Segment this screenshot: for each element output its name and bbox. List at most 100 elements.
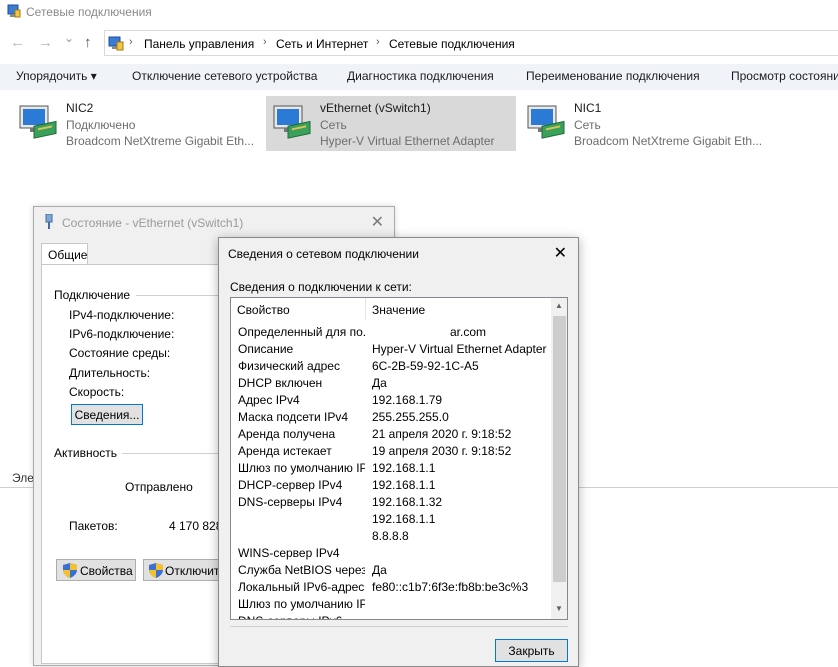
close-icon[interactable]: ✕ [554,243,567,263]
property-cell: DNS-серверы IPv4 [238,495,343,509]
value-cell: ar.com [450,325,487,339]
view-status-button[interactable]: Просмотр состояния [731,69,838,83]
scrollbar-thumb[interactable] [553,316,566,582]
value-cell: Hyper-V Virtual Ethernet Adapter [372,342,547,356]
close-button[interactable]: Закрыть [495,639,568,662]
shield-icon [63,563,77,578]
details-button[interactable]: Сведения... [71,404,143,425]
property-cell: Локальный IPv6-адрес... [238,580,365,594]
shield-icon [149,563,163,578]
list-row[interactable]: Локальный IPv6-адрес... fe80::c1b7:6f3e:f… [231,578,551,595]
sent-label: Отправлено [125,480,193,494]
list-row[interactable]: DHCP включен Да [231,374,551,391]
diagnose-button[interactable]: Диагностика подключения [347,69,494,83]
details-dialog: Сведения о сетевом подключении ✕ Сведени… [218,237,579,667]
network-cable-icon [45,214,53,229]
up-arrow-icon[interactable]: ↑ [84,34,92,51]
adapter-name: vEthernet (vSwitch1) [320,101,431,115]
adapter-status: Подключено [66,118,136,132]
value-cell: 192.168.1.1 [372,478,436,492]
property-cell: DHCP включен [238,376,323,390]
property-cell: Шлюз по умолчанию IP... [238,597,365,611]
value-cell: 255.255.255.0 [372,410,449,424]
list-row[interactable]: Аренда получена 21 апреля 2020 г. 9:18:52 [231,425,551,442]
details-list[interactable]: Свойство Значение Определенный для по...… [230,297,568,620]
ipv4-label: IPv4-подключение: [69,308,175,322]
property-cell: Физический адрес [238,359,340,373]
properties-button-label: Свойства [80,564,133,578]
list-row[interactable]: Описание Hyper-V Virtual Ethernet Adapter [231,340,551,357]
network-adapter-icon [273,105,311,139]
value-cell: 6C-2B-59-92-1C-A5 [372,359,479,373]
recent-locations-icon[interactable]: ⌄ [64,31,74,45]
column-header-value[interactable]: Значение [366,298,551,320]
adapter-name: NIC1 [574,101,602,115]
adapter-device: Hyper-V Virtual Ethernet Adapter [320,134,495,148]
adapter-tile-vethernet[interactable]: vEthernet (vSwitch1) Сеть Hyper-V Virtua… [266,96,516,151]
property-cell: Аренда получена [238,427,336,441]
column-header-property[interactable]: Свойство [231,298,366,320]
disable-button-label: Отключить [165,564,223,578]
tab-general[interactable]: Общие [41,243,88,265]
network-adapter-icon [527,105,565,139]
value-cell: 192.168.1.1 [372,461,436,475]
value-cell: 192.168.1.1 [372,512,436,526]
connection-group-label: Подключение [54,288,131,302]
list-row[interactable]: Шлюз по умолчанию IP... 192.168.1.1 [231,459,551,476]
property-cell: Шлюз по умолчанию IP... [238,461,365,475]
adapter-tile-nic1[interactable]: NIC1 Сеть Broadcom NetXtreme Gigabit Eth… [520,96,780,151]
ipv6-label: IPv6-подключение: [69,327,175,341]
value-cell: Да [372,376,387,390]
network-adapter-icon [19,105,57,139]
property-cell: DNS-серверы IPv6 [238,614,365,619]
disable-device-button[interactable]: Отключение сетевого устройства [132,69,317,83]
list-row[interactable]: 192.168.1.1 [231,510,551,527]
value-cell: 19 апреля 2030 г. 9:18:52 [372,444,512,458]
value-cell: fe80::c1b7:6f3e:fb8b:be3c%3 [372,580,529,594]
adapter-device: Broadcom NetXtreme Gigabit Eth... [66,134,255,148]
property-cell: Определенный для по... [238,325,365,339]
properties-button[interactable]: Свойства [56,559,136,581]
organize-button[interactable]: Упорядочить ▾ [16,69,97,83]
details-caption: Сведения о подключении к сети: [230,280,412,294]
forward-arrow-icon[interactable]: → [38,34,53,51]
breadcrumb-network-connections[interactable]: Сетевые подключения [389,37,515,51]
list-row[interactable]: DNS-серверы IPv6 [231,612,551,619]
list-row[interactable]: DNS-серверы IPv4 192.168.1.32 [231,493,551,510]
adapter-device: Broadcom NetXtreme Gigabit Eth... [574,134,763,148]
list-row[interactable]: DHCP-сервер IPv4 192.168.1.1 [231,476,551,493]
scroll-down-icon[interactable]: ▼ [555,604,563,613]
disable-button[interactable]: Отключить [143,559,223,581]
vertical-scrollbar[interactable]: ▲ ▼ [551,298,567,619]
value-cell: 192.168.1.79 [372,393,443,407]
scroll-up-icon[interactable]: ▲ [555,301,563,310]
media-state-label: Состояние среды: [69,346,171,360]
breadcrumb-separator: › [263,36,267,48]
list-row[interactable]: Маска подсети IPv4 255.255.255.0 [231,408,551,425]
window-title: Сетевые подключения [26,5,152,19]
list-row[interactable]: Шлюз по умолчанию IP... [231,595,551,612]
breadcrumb-network-internet[interactable]: Сеть и Интернет [276,37,368,51]
property-cell: Служба NetBIOS через... [238,563,365,577]
dialog-divider [230,626,568,627]
speed-label: Скорость: [69,385,125,399]
duration-label: Длительность: [69,366,151,380]
list-row[interactable]: Аренда истекает 19 апреля 2030 г. 9:18:52 [231,442,551,459]
list-row[interactable]: 8.8.8.8 [231,527,551,544]
list-row[interactable]: Адрес IPv4 192.168.1.79 [231,391,551,408]
back-arrow-icon[interactable]: ← [10,34,25,51]
breadcrumb-control-panel[interactable]: Панель управления [144,37,254,51]
list-row[interactable]: Физический адрес 6C-2B-59-92-1C-A5 [231,357,551,374]
status-dialog-title: Состояние - vEthernet (vSwitch1) [62,216,244,230]
property-cell: Описание [238,342,294,356]
value-cell: Да [372,563,387,577]
property-cell: Адрес IPv4 [238,393,300,407]
property-cell: DHCP-сервер IPv4 [238,478,343,492]
close-icon[interactable]: ✕ [371,212,384,232]
adapter-status: Сеть [320,118,347,132]
list-row[interactable]: WINS-сервер IPv4 [231,544,551,561]
rename-button[interactable]: Переименование подключения [526,69,700,83]
adapter-name: NIC2 [66,101,94,115]
adapter-tile-nic2[interactable]: NIC2 Подключено Broadcom NetXtreme Gigab… [12,96,262,151]
list-row[interactable]: Служба NetBIOS через... Да [231,561,551,578]
